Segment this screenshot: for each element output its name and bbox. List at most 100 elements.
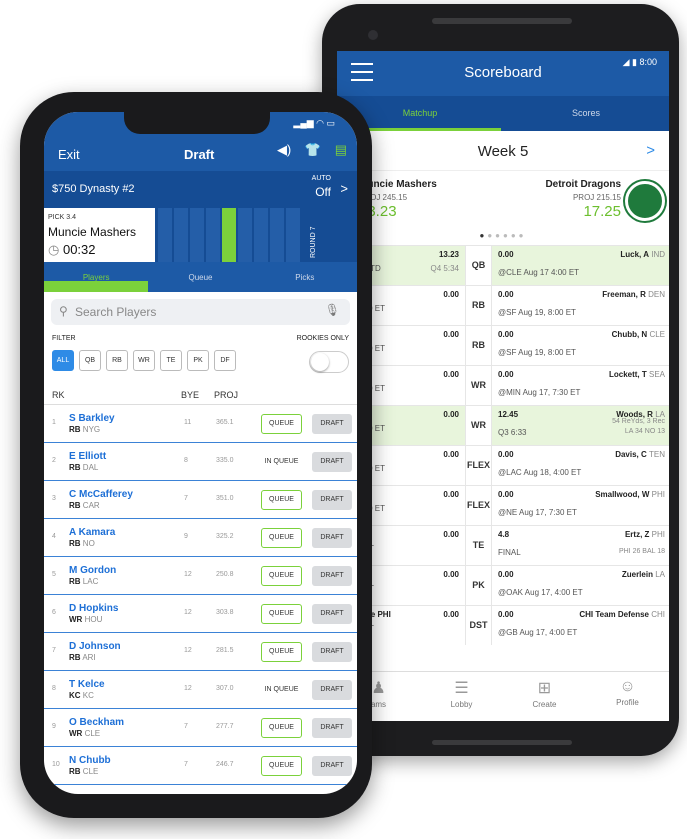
- chat-icon[interactable]: ▤: [335, 142, 347, 157]
- draft-button[interactable]: DRAFT: [312, 528, 352, 548]
- player-position-team: RB CLE: [69, 767, 98, 776]
- pick-slots: [156, 208, 300, 262]
- draft-button[interactable]: DRAFT: [312, 718, 352, 738]
- nav-lobby[interactable]: ☰ Lobby: [420, 672, 503, 721]
- player-name[interactable]: E Elliott: [69, 451, 106, 462]
- left-player-points: 0.00: [443, 610, 459, 619]
- score-row[interactable]: NOyds, 3 PATD13.23Q4 5:34QB0.00Luck, A I…: [337, 245, 669, 285]
- draft-button[interactable]: DRAFT: [312, 490, 352, 510]
- queue-button[interactable]: IN QUEUE: [261, 452, 302, 472]
- android-phone: Scoreboard ◢ ▮ 8:00 Matchup Scores Week …: [322, 4, 679, 756]
- filter-chip-df[interactable]: DF: [214, 350, 236, 371]
- player-row[interactable]: 9 O Beckham WR CLE 7 277.7 QUEUE DRAFT: [44, 709, 357, 747]
- player-row[interactable]: 3 C McCafferey RB CAR 7 351.0 QUEUE DRAFT: [44, 481, 357, 519]
- filter-chip-all[interactable]: ALL: [52, 350, 74, 371]
- filter-chip-rb[interactable]: RB: [106, 350, 128, 371]
- score-row[interactable]: e, B PHIg 17, 4:00 ET0.00RB0.00Chubb, N …: [337, 325, 669, 365]
- pick-team: Muncie Mashers: [48, 225, 137, 239]
- active-tab-indicator: [44, 281, 148, 292]
- exit-button[interactable]: Exit: [58, 147, 80, 162]
- rookies-only-toggle[interactable]: [309, 351, 349, 373]
- draft-button[interactable]: DRAFT: [312, 566, 352, 586]
- tab-picks[interactable]: Picks: [253, 262, 357, 292]
- player-row[interactable]: 5 M Gordon RB LAC 12 250.8 QUEUE DRAFT: [44, 557, 357, 595]
- player-row[interactable]: 7 D Johnson RB ARI 12 281.5 QUEUE DRAFT: [44, 633, 357, 671]
- microphone-icon[interactable]: 🎙: [325, 303, 340, 317]
- player-name[interactable]: A Kamara: [69, 527, 115, 538]
- player-name[interactable]: D Hopkins: [69, 603, 118, 614]
- score-row[interactable]: D SEAg 19, 8:00 ET0.00FLEX0.00Smallwood,…: [337, 485, 669, 525]
- player-rank: 8: [52, 685, 56, 692]
- player-row[interactable]: 6 D Hopkins WR HOU 12 303.8 QUEUE DRAFT: [44, 595, 357, 633]
- right-player-game: @NE Aug 17, 7:30 ET: [498, 508, 577, 517]
- filter-chip-pk[interactable]: PK: [187, 350, 209, 371]
- chevron-right-icon[interactable]: >: [340, 181, 348, 196]
- draft-button[interactable]: DRAFT: [312, 642, 352, 662]
- queue-button[interactable]: QUEUE: [261, 604, 302, 624]
- queue-button[interactable]: QUEUE: [261, 718, 302, 738]
- queue-button[interactable]: QUEUE: [261, 490, 302, 510]
- score-row[interactable]: n Defense PHI9, 8:00 ET0.00DST0.00CHI Te…: [337, 605, 669, 645]
- score-row[interactable]: S LACg 17, 4:00 ET0.00FLEX0.00Davis, C T…: [337, 445, 669, 485]
- player-row[interactable]: 10 N Chubb RB CLE 7 246.7 QUEUE DRAFT: [44, 747, 357, 785]
- left-player-points: 0.00: [443, 290, 459, 299]
- jersey-icon[interactable]: 👕: [305, 142, 321, 157]
- draft-button[interactable]: DRAFT: [312, 604, 352, 624]
- player-row[interactable]: 8 T Kelce KC KC 12 307.0 IN QUEUE DRAFT: [44, 671, 357, 709]
- queue-button[interactable]: IN QUEUE: [261, 680, 302, 700]
- player-row[interactable]: 2 E Elliott RB DAL 8 335.0 IN QUEUE DRAFT: [44, 443, 357, 481]
- position-filter-chips: ALL QB RB WR TE PK DF: [52, 350, 241, 371]
- pick-tracker: PICK 3.4 Muncie Mashers ◷ 00:32 ROUND 7: [44, 208, 357, 262]
- player-name[interactable]: T Kelce: [69, 679, 105, 690]
- draft-button[interactable]: DRAFT: [312, 414, 352, 434]
- score-row[interactable]: D ATLg 19, 8:00 ET0.00RB0.00Freeman, R D…: [337, 285, 669, 325]
- position-label: FLEX: [465, 486, 492, 525]
- player-name[interactable]: O Beckham: [69, 717, 124, 728]
- scoreboard-title: Scoreboard: [464, 64, 542, 81]
- queue-button[interactable]: QUEUE: [261, 414, 302, 434]
- queue-button[interactable]: QUEUE: [261, 642, 302, 662]
- player-name[interactable]: M Gordon: [69, 565, 116, 576]
- filter-chip-wr[interactable]: WR: [133, 350, 155, 371]
- player-row[interactable]: 4 A Kamara RB NO 9 325.2 QUEUE DRAFT: [44, 519, 357, 557]
- score-row[interactable]: ski NE9, 8:00 ET0.00TE4.8Ertz, Z PHIFINA…: [337, 525, 669, 565]
- tab-scores[interactable]: Scores: [503, 96, 669, 131]
- queue-button[interactable]: QUEUE: [261, 756, 302, 776]
- next-week-chevron-icon[interactable]: >: [646, 142, 655, 159]
- right-player: 12.45 Woods, R LA 54 ReYds, 3 Rec Q3 6:33 LA…: [492, 406, 669, 445]
- queue-button[interactable]: QUEUE: [261, 528, 302, 548]
- player-name[interactable]: S Barkley: [69, 413, 115, 424]
- draft-button[interactable]: DRAFT: [312, 452, 352, 472]
- iphone: ▂▄▆ ◠ ▭ Exit Draft ◀) 👕 ▤ $750 Dynasty #…: [20, 92, 372, 818]
- search-input[interactable]: ⚲ Search Players 🎙: [51, 299, 350, 325]
- round-label: ROUND 7: [310, 226, 317, 258]
- player-name[interactable]: N Chubb: [69, 755, 111, 766]
- right-player-label: Lockett, T: [608, 370, 647, 379]
- filter-chip-qb[interactable]: QB: [79, 350, 101, 371]
- player-name[interactable]: C McCafferey: [69, 489, 133, 500]
- filter-chip-te[interactable]: TE: [160, 350, 182, 371]
- right-player-label: Chubb, N: [611, 330, 648, 339]
- queue-button[interactable]: QUEUE: [261, 566, 302, 586]
- score-row[interactable]: , A CHIg 19, 8:00 ET0.00WR0.00Lockett, T…: [337, 365, 669, 405]
- player-rank: 4: [52, 533, 56, 540]
- draft-button[interactable]: DRAFT: [312, 680, 352, 700]
- nav-lobby-label: Lobby: [450, 700, 473, 709]
- tab-queue[interactable]: Queue: [148, 262, 252, 292]
- player-row[interactable]: 1 S Barkley RB NYG 11 365.1 QUEUE DRAFT: [44, 405, 357, 443]
- player-team: CLE: [84, 729, 101, 738]
- nav-profile[interactable]: ☺ Profile: [586, 672, 669, 721]
- sound-icon[interactable]: ◀): [277, 142, 291, 157]
- league-bar[interactable]: $750 Dynasty #2 AUTO Off >: [44, 171, 357, 208]
- left-player-points: 0.00: [443, 530, 459, 539]
- player-team: NO: [82, 539, 95, 548]
- score-row[interactable]: PHI9, 8:00 ET0.00PK0.00Zuerlein LA@OAK A…: [337, 565, 669, 605]
- player-team: CAR: [82, 501, 100, 510]
- player-name[interactable]: D Johnson: [69, 641, 121, 652]
- draft-button[interactable]: DRAFT: [312, 756, 352, 776]
- pick-slot: [238, 208, 252, 262]
- position-label: RB: [465, 326, 492, 365]
- player-team: NYG: [82, 425, 101, 434]
- nav-create[interactable]: ⊞ Create: [503, 672, 586, 721]
- score-row[interactable]: LAg 19, 8:00 ET0.00WR12.45Woods, R LA54 …: [337, 405, 669, 445]
